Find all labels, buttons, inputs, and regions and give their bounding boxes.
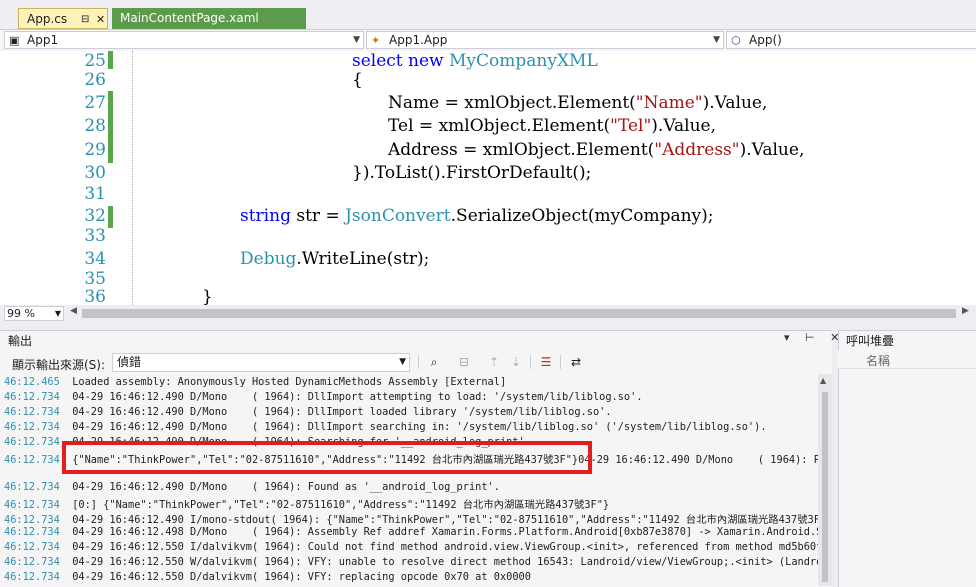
tab-app-cs[interactable]: App.cs ⊟ ✕ xyxy=(18,8,108,29)
toolbar-separator xyxy=(418,355,419,369)
call-stack-title: 呼叫堆疊 xyxy=(846,334,895,348)
panel-window-buttons[interactable]: ▾ ⊢ ✕ xyxy=(784,331,845,344)
find-message-icon[interactable]: ⌕ xyxy=(426,354,442,370)
pin-tab-icon[interactable]: ⊟ xyxy=(81,9,89,30)
member-dropdown[interactable]: ⬡ App() xyxy=(726,31,976,49)
call-stack-header xyxy=(838,350,976,369)
code-editor[interactable]: 25 26 27 28 29 30 31 32 33 34 35 36 sele… xyxy=(0,51,976,305)
project-dropdown[interactable]: ▣ App1 ▼ xyxy=(4,31,364,49)
zoom-level-value: 99 % xyxy=(7,307,35,320)
line-number: 34 xyxy=(84,249,106,269)
chevron-down-icon: ▼ xyxy=(54,309,61,318)
chevron-down-icon: ▼ xyxy=(713,35,720,45)
close-icon[interactable]: ✕ xyxy=(96,9,105,30)
line-number: 27 xyxy=(84,93,106,113)
toolbar-separator xyxy=(560,355,561,369)
line-number: 35 xyxy=(84,269,106,289)
member-dropdown-value: App() xyxy=(749,33,782,47)
code-line-29: Address = xmlObject.Element("Address").V… xyxy=(388,140,805,160)
scroll-up-icon[interactable]: ▲ xyxy=(820,376,826,385)
output-log[interactable]: 46:12.465 Loaded assembly: Anonymously H… xyxy=(0,374,818,586)
line-number: 29 xyxy=(84,140,106,160)
log-line: 46:12.734 04-29 16:46:12.550 D/dalvikvm(… xyxy=(4,571,531,583)
line-number: 28 xyxy=(84,116,106,136)
horizontal-scrollbar-thumb[interactable] xyxy=(82,309,956,318)
code-line-32: string str = JsonConvert.SerializeObject… xyxy=(240,206,714,226)
line-number: 25 xyxy=(84,51,106,71)
line-number: 30 xyxy=(84,163,106,183)
code-line-28: Tel = xmlObject.Element("Tel").Value, xyxy=(388,116,717,136)
tab-maincontentpage-xaml[interactable]: MainContentPage.xaml xyxy=(112,8,306,29)
toolbar-separator xyxy=(530,355,531,369)
line-number: 36 xyxy=(84,287,106,305)
scroll-left-icon[interactable]: ◀ xyxy=(70,306,77,316)
log-line: 46:12.734 04-29 16:46:12.490 D/Mono ( 19… xyxy=(4,391,643,403)
log-line: 46:12.734 04-29 16:46:12.550 W/dalvikvm(… xyxy=(4,556,818,568)
change-marker xyxy=(108,91,113,163)
csharp-project-icon: ▣ xyxy=(9,34,20,47)
call-stack-column-name[interactable]: 名稱 xyxy=(866,352,890,369)
navigation-bar: ▣ App1 ▼ ✦ App1.App ▼ ⬡ App() xyxy=(0,29,976,52)
output-source-value: 偵錯 xyxy=(117,355,142,369)
change-marker xyxy=(108,51,113,69)
tab-label: App.cs xyxy=(27,12,68,26)
line-number: 32 xyxy=(84,206,106,226)
word-wrap-icon[interactable]: ⇄ xyxy=(568,354,584,370)
chevron-down-icon: ▼ xyxy=(353,35,360,45)
output-source-dropdown[interactable]: 偵錯 ▼ xyxy=(112,353,410,372)
project-dropdown-value: App1 xyxy=(27,33,59,47)
output-source-label: 顯示輸出來源(S): xyxy=(12,358,106,372)
log-line: 46:12.734 04-29 16:46:12.550 I/dalvikvm(… xyxy=(4,541,818,553)
go-to-location-icon[interactable]: ⊟ xyxy=(456,354,472,370)
log-line: 46:12.734 04-29 16:46:12.490 D/Mono ( 19… xyxy=(4,481,500,493)
class-icon: ✦ xyxy=(371,34,381,47)
line-number: 26 xyxy=(84,70,106,90)
line-number: 33 xyxy=(84,226,106,246)
code-line-25: select new MyCompanyXML xyxy=(352,51,598,71)
code-line-27: Name = xmlObject.Element("Name").Value, xyxy=(388,93,768,113)
class-dropdown[interactable]: ✦ App1.App ▼ xyxy=(366,31,724,49)
code-line-34: Debug.WriteLine(str); xyxy=(240,249,430,269)
highlight-annotation-box xyxy=(62,441,592,474)
tab-label: MainContentPage.xaml xyxy=(120,11,259,25)
vertical-scrollbar-thumb[interactable] xyxy=(822,392,828,582)
class-dropdown-value: App1.App xyxy=(389,33,448,47)
zoom-level-dropdown[interactable]: 99 % ▼ xyxy=(4,306,64,321)
code-line-30: }).ToList().FirstOrDefault(); xyxy=(352,163,592,183)
output-panel-title: 輸出 xyxy=(8,334,33,348)
previous-message-icon[interactable]: ⇡ xyxy=(486,354,502,370)
log-line: 46:12.734 04-29 16:46:12.498 D/Mono ( 19… xyxy=(4,526,818,538)
log-line: 46:12.465 Loaded assembly: Anonymously H… xyxy=(4,376,507,388)
scroll-right-icon[interactable]: ▶ xyxy=(962,306,969,316)
log-line: 46:12.734 04-29 16:46:12.490 D/Mono ( 19… xyxy=(4,421,767,433)
clear-all-icon[interactable]: ☰ xyxy=(538,354,554,370)
code-line-36: } xyxy=(202,287,213,305)
chevron-down-icon: ▼ xyxy=(399,357,406,367)
log-line: 46:12.734 04-29 16:46:12.490 I/mono-stdo… xyxy=(4,514,818,526)
log-line: 46:12.734 04-29 16:46:12.490 D/Mono ( 19… xyxy=(4,406,612,418)
change-marker xyxy=(108,206,113,228)
next-message-icon[interactable]: ⇣ xyxy=(508,354,524,370)
indent-guide xyxy=(132,51,133,305)
code-line-26: { xyxy=(352,70,363,90)
log-line: 46:12.734 [0:] {"Name":"ThinkPower","Tel… xyxy=(4,499,610,511)
line-number: 31 xyxy=(84,184,106,204)
method-icon: ⬡ xyxy=(731,34,741,47)
